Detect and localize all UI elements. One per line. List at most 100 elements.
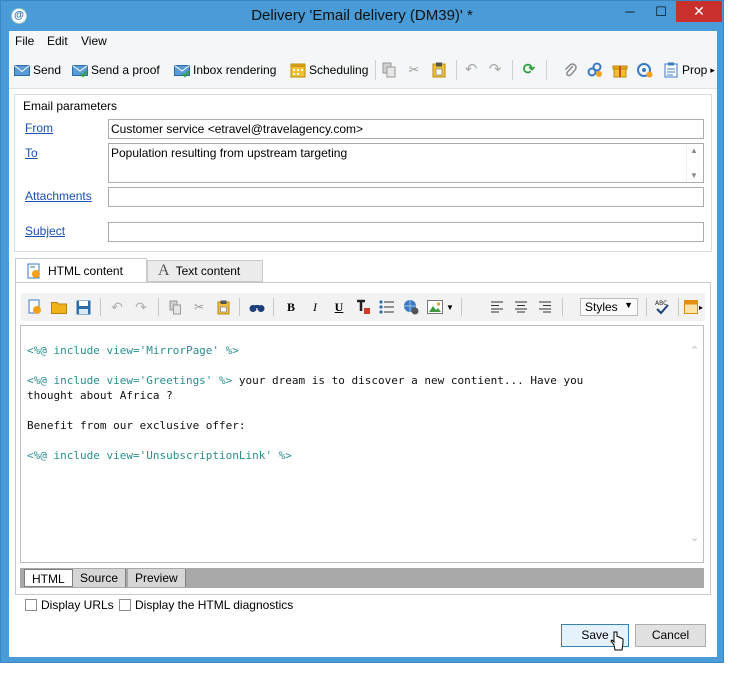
- scroll-down-icon[interactable]: ⌄: [690, 531, 699, 544]
- styles-dropdown-value: Styles: [585, 300, 618, 314]
- tab-text-content[interactable]: A Text content: [147, 260, 263, 282]
- svg-text:ABC: ABC: [655, 300, 667, 307]
- bullet-list-icon[interactable]: [379, 299, 395, 315]
- tab-html-content[interactable]: HTML content: [15, 258, 147, 282]
- text-color-icon[interactable]: [355, 299, 371, 315]
- toolbar-separator: [512, 60, 513, 80]
- italic-icon[interactable]: I: [307, 299, 323, 315]
- envelope-send-icon: [14, 62, 30, 78]
- underline-icon[interactable]: U: [331, 299, 347, 315]
- mode-tab-html[interactable]: HTML: [24, 569, 73, 587]
- code-line: Benefit from our exclusive offer:: [27, 418, 667, 433]
- editor-mode-tabs: HTML Source Preview: [20, 568, 704, 588]
- align-right-icon[interactable]: [537, 299, 553, 315]
- mode-tab-source[interactable]: Source: [73, 569, 127, 587]
- send-button[interactable]: Send: [14, 60, 61, 80]
- to-link[interactable]: To: [25, 146, 38, 160]
- copy-icon: [381, 62, 397, 78]
- mouse-cursor-icon: [610, 631, 624, 651]
- from-field[interactable]: Customer service <etravel@travelagency.c…: [108, 119, 704, 139]
- menu-file[interactable]: File: [15, 34, 34, 48]
- code-editor-scrollbar[interactable]: ⌃ ⌄: [685, 326, 703, 562]
- email-parameters-title: Email parameters: [23, 99, 118, 113]
- new-document-icon[interactable]: [27, 299, 43, 315]
- refresh-button[interactable]: ⟳: [521, 60, 537, 80]
- offer-button[interactable]: [612, 60, 628, 80]
- send-label: Send: [33, 63, 62, 77]
- links-button[interactable]: [587, 60, 603, 80]
- align-left-icon[interactable]: [489, 299, 505, 315]
- html-code-editor[interactable]: <%@ include view='MirrorPage' %> <%@ incl…: [20, 325, 704, 563]
- display-urls-checkbox[interactable]: [25, 599, 37, 611]
- toolbar-overflow-icon[interactable]: ▸: [710, 65, 715, 76]
- spellcheck-icon[interactable]: ABC: [654, 299, 670, 315]
- subject-field[interactable]: [108, 222, 704, 242]
- image-dropdown-icon[interactable]: ▼: [445, 299, 455, 315]
- code-text: your dream is to discover a new contient…: [232, 374, 584, 387]
- to-field[interactable]: Population resulting from upstream targe…: [108, 143, 704, 183]
- send-proof-button[interactable]: Send a proof: [72, 60, 160, 80]
- code-directive: <%@ include view='MirrorPage' %>: [27, 344, 239, 357]
- title-bar[interactable]: @ Delivery 'Email delivery (DM39)' * ─ ☐…: [1, 1, 723, 31]
- properties-button[interactable]: Prop ▸: [663, 60, 715, 80]
- insert-image-icon[interactable]: [427, 299, 443, 315]
- scroll-up-icon[interactable]: ⌃: [690, 344, 699, 357]
- toolbar-separator: [546, 60, 547, 80]
- email-parameters-group: Email parameters From Customer service <…: [14, 94, 712, 252]
- paperclip-icon: [562, 62, 578, 78]
- display-urls-option[interactable]: Display URLs: [25, 597, 114, 613]
- mode-tab-preview[interactable]: Preview: [128, 569, 186, 587]
- clipboard-icon[interactable]: [215, 299, 231, 315]
- attachments-field[interactable]: [108, 187, 704, 207]
- maximize-button[interactable]: ☐: [646, 1, 676, 22]
- display-diagnostics-option[interactable]: Display the HTML diagnostics: [119, 597, 293, 613]
- scheduling-button[interactable]: Scheduling: [290, 60, 368, 80]
- from-link[interactable]: From: [25, 121, 53, 135]
- toolbar-separator: [375, 60, 376, 80]
- insert-link-icon[interactable]: [403, 299, 419, 315]
- scissors-icon[interactable]: ✂: [191, 299, 207, 315]
- menu-edit[interactable]: Edit: [47, 34, 68, 48]
- editor-separator: [239, 298, 240, 316]
- calendar-icon: [290, 62, 306, 78]
- to-field-scrollbar[interactable]: ▲ ▼: [686, 144, 703, 182]
- code-text: Benefit from our exclusive offer:: [27, 419, 246, 432]
- inbox-rendering-button[interactable]: Inbox rendering: [174, 60, 276, 80]
- code-directive: <%@ include view='Greetings' %>: [27, 374, 233, 387]
- cut-button[interactable]: ✂: [406, 60, 422, 80]
- display-diagnostics-label: Display the HTML diagnostics: [135, 598, 294, 612]
- redo-icon[interactable]: ↷: [133, 299, 149, 315]
- clipboard-icon: [431, 62, 447, 78]
- styles-dropdown[interactable]: Styles ▼: [580, 298, 638, 316]
- binoculars-icon[interactable]: [249, 299, 265, 315]
- attach-button[interactable]: [562, 60, 578, 80]
- close-button[interactable]: ✕: [676, 1, 722, 22]
- redo-button[interactable]: ↷: [487, 60, 503, 80]
- html-content-icon: [26, 263, 42, 279]
- text-content-icon: A: [158, 262, 170, 279]
- copy-button[interactable]: [381, 60, 397, 80]
- code-lines: <%@ include view='MirrorPage' %> <%@ incl…: [27, 343, 667, 463]
- tracking-button[interactable]: [637, 60, 653, 80]
- tab-html-content-label: HTML content: [48, 263, 123, 278]
- editor-separator: [646, 298, 647, 316]
- attachments-link[interactable]: Attachments: [25, 189, 92, 203]
- copy-icon[interactable]: [167, 299, 183, 315]
- redo-icon: ↷: [488, 61, 502, 78]
- scroll-down-icon[interactable]: ▼: [690, 171, 698, 180]
- minimize-button[interactable]: ─: [615, 1, 645, 22]
- undo-icon[interactable]: ↶: [109, 299, 125, 315]
- paste-button[interactable]: [431, 60, 447, 80]
- editor-overflow-icon[interactable]: ▸: [697, 299, 705, 315]
- subject-link[interactable]: Subject: [25, 224, 65, 238]
- undo-button[interactable]: ↶: [463, 60, 479, 80]
- cancel-button[interactable]: Cancel: [635, 624, 706, 647]
- open-folder-icon[interactable]: [51, 299, 67, 315]
- display-diagnostics-checkbox[interactable]: [119, 599, 131, 611]
- align-center-icon[interactable]: [513, 299, 529, 315]
- save-disk-icon[interactable]: [75, 299, 91, 315]
- bold-icon[interactable]: B: [283, 299, 299, 315]
- menu-view[interactable]: View: [81, 34, 107, 48]
- scroll-up-icon[interactable]: ▲: [690, 146, 698, 155]
